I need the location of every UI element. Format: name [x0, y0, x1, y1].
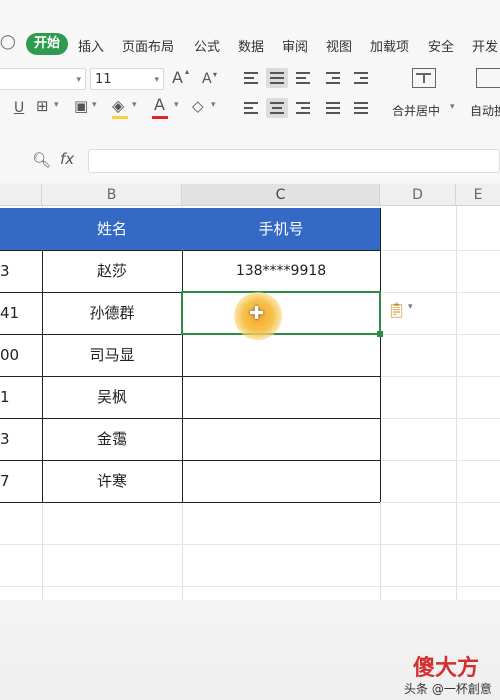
chevron-down-icon: ▾	[154, 75, 159, 85]
watermark-logo: 傻大方	[413, 656, 480, 681]
formula-input[interactable]	[88, 149, 500, 173]
header-cell-phone[interactable]: 手机号	[182, 208, 380, 250]
decrease-indent-icon[interactable]	[322, 68, 344, 88]
table-cell-name[interactable]: 司马显	[42, 334, 182, 376]
table-cell-a[interactable]: 41	[0, 292, 42, 334]
column-header-c[interactable]: C	[182, 184, 380, 206]
justify-icon[interactable]	[322, 98, 344, 118]
align-middle-icon[interactable]	[266, 68, 288, 88]
increase-indent-icon[interactable]	[350, 68, 372, 88]
chevron-down-icon: ▾	[76, 75, 81, 85]
watermark-caption: 头条 @一杯創意	[404, 682, 492, 696]
chevron-down-icon[interactable]: ▾	[211, 100, 216, 110]
wrap-text-label[interactable]: 自动换	[470, 102, 500, 119]
table-cell-name[interactable]: 赵莎	[42, 250, 182, 292]
table-cell-phone[interactable]	[182, 460, 380, 502]
table-cell-phone[interactable]	[182, 418, 380, 460]
align-top-icon[interactable]	[240, 68, 262, 88]
table-cell-a[interactable]: 00	[0, 334, 42, 376]
column-header-e[interactable]: E	[456, 184, 500, 206]
chevron-down-icon[interactable]: ▾	[408, 302, 413, 312]
cursor-plus-icon: ✚	[249, 303, 265, 324]
header-cell-name[interactable]: 姓名	[42, 208, 182, 250]
font-color-swatch	[152, 116, 168, 119]
chevron-down-icon[interactable]: ▾	[450, 102, 455, 112]
tab-page-layout[interactable]: 页面布局	[122, 36, 174, 55]
tab-insert[interactable]: 插入	[78, 36, 104, 55]
caret-down-icon: ▾	[213, 70, 218, 79]
header-cell-a[interactable]	[0, 208, 42, 250]
table-cell-a[interactable]: 7	[0, 460, 42, 502]
caret-up-icon: ▴	[185, 67, 190, 76]
tab-view[interactable]: 视图	[326, 36, 352, 55]
table-cell-phone[interactable]	[182, 376, 380, 418]
column-header-d[interactable]: D	[380, 184, 456, 206]
font-name-dropdown[interactable]: ▾	[0, 68, 86, 90]
zoom-search-icon[interactable]: 🔍︎	[32, 151, 51, 169]
cell-style-icon[interactable]: ▣	[74, 98, 88, 114]
search-icon[interactable]: ◯	[0, 34, 16, 50]
fill-handle[interactable]	[377, 331, 383, 337]
fill-color-icon[interactable]: ◈	[112, 98, 124, 114]
align-center-icon[interactable]	[266, 98, 288, 118]
fill-color-swatch	[112, 116, 128, 119]
tab-home[interactable]: 开始	[26, 33, 68, 55]
align-left-icon[interactable]	[240, 98, 262, 118]
increase-font-icon[interactable]: A	[172, 70, 183, 86]
table-cell-name[interactable]: 许寒	[42, 460, 182, 502]
tab-data[interactable]: 数据	[238, 36, 264, 55]
tab-security[interactable]: 安全	[428, 36, 454, 55]
table-cell-phone[interactable]: 138****9918	[182, 250, 380, 292]
distributed-icon[interactable]	[350, 98, 372, 118]
border-icon[interactable]: ⊞	[36, 98, 49, 114]
merge-cells-icon[interactable]	[412, 68, 436, 88]
font-size-value: 11	[95, 72, 112, 87]
chevron-down-icon[interactable]: ▾	[132, 100, 137, 110]
table-cell-a[interactable]: 3	[0, 418, 42, 460]
tab-developer[interactable]: 开发	[472, 36, 498, 55]
align-right-icon[interactable]	[292, 98, 314, 118]
column-header-b[interactable]: B	[42, 184, 182, 206]
table-cell-name[interactable]: 金霭	[42, 418, 182, 460]
font-color-icon[interactable]: A	[154, 97, 165, 113]
chevron-down-icon[interactable]: ▾	[92, 100, 97, 110]
table-cell-name[interactable]: 吴枫	[42, 376, 182, 418]
wrap-text-icon[interactable]	[476, 68, 500, 88]
menu-bar: ◯ 开始 插入 页面布局 公式 数据 审阅 视图 加载项 安全 开发	[0, 0, 500, 58]
merge-center-label[interactable]: 合并居中	[392, 102, 440, 119]
tab-review[interactable]: 审阅	[282, 36, 308, 55]
decrease-font-icon[interactable]: A	[202, 71, 212, 87]
font-size-dropdown[interactable]: 11 ▾	[90, 68, 164, 90]
align-bottom-icon[interactable]	[292, 68, 314, 88]
table-cell-phone[interactable]	[182, 334, 380, 376]
chevron-down-icon[interactable]: ▾	[54, 100, 59, 110]
paste-options-icon[interactable]: 📋︎	[387, 301, 406, 319]
eraser-icon[interactable]: ◇	[192, 98, 204, 114]
ribbon: ▾ 11 ▾ A ▴ A ▾ U ⊞ ▾ ▣ ▾ ◈ ▾ A ▾ ◇ ▾ 合并居…	[0, 58, 500, 137]
fx-icon[interactable]: fx	[60, 150, 74, 168]
tab-formulas[interactable]: 公式	[194, 36, 220, 55]
underline-icon[interactable]: U	[14, 100, 24, 116]
table-cell-a[interactable]: 1	[0, 376, 42, 418]
table-cell-name[interactable]: 孙德群	[42, 292, 182, 334]
column-header-a[interactable]	[0, 184, 42, 206]
table-cell-a[interactable]: 3	[0, 250, 42, 292]
tab-addins[interactable]: 加载项	[370, 36, 409, 55]
chevron-down-icon[interactable]: ▾	[174, 100, 179, 110]
